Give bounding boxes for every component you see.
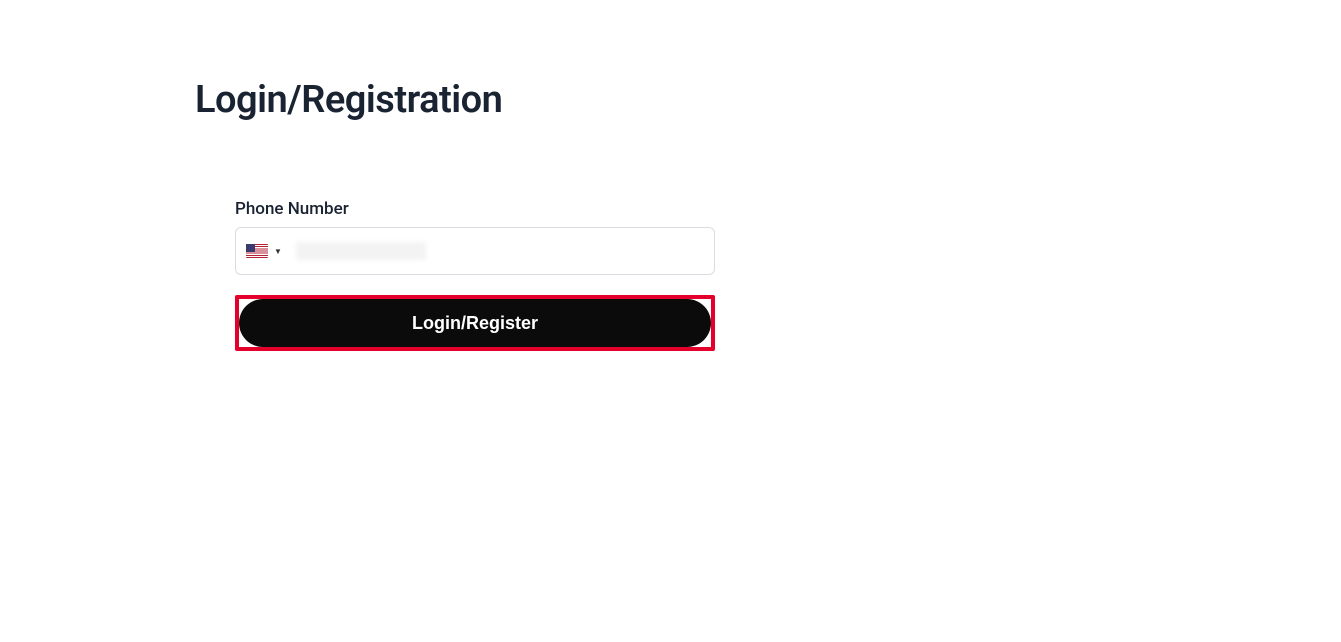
phone-field-row: ▼ bbox=[235, 227, 715, 275]
flag-us-icon bbox=[246, 244, 268, 258]
page-title: Login/Registration bbox=[195, 78, 502, 122]
country-select[interactable]: ▼ bbox=[246, 244, 290, 258]
phone-value-masked bbox=[296, 242, 426, 260]
login-form: Phone Number ▼ Login/Register bbox=[235, 199, 715, 351]
phone-label: Phone Number bbox=[235, 199, 715, 219]
submit-highlight: Login/Register bbox=[235, 295, 715, 351]
page-header: Login/Registration bbox=[195, 78, 502, 122]
chevron-down-icon: ▼ bbox=[274, 247, 282, 256]
login-register-button[interactable]: Login/Register bbox=[239, 299, 711, 347]
